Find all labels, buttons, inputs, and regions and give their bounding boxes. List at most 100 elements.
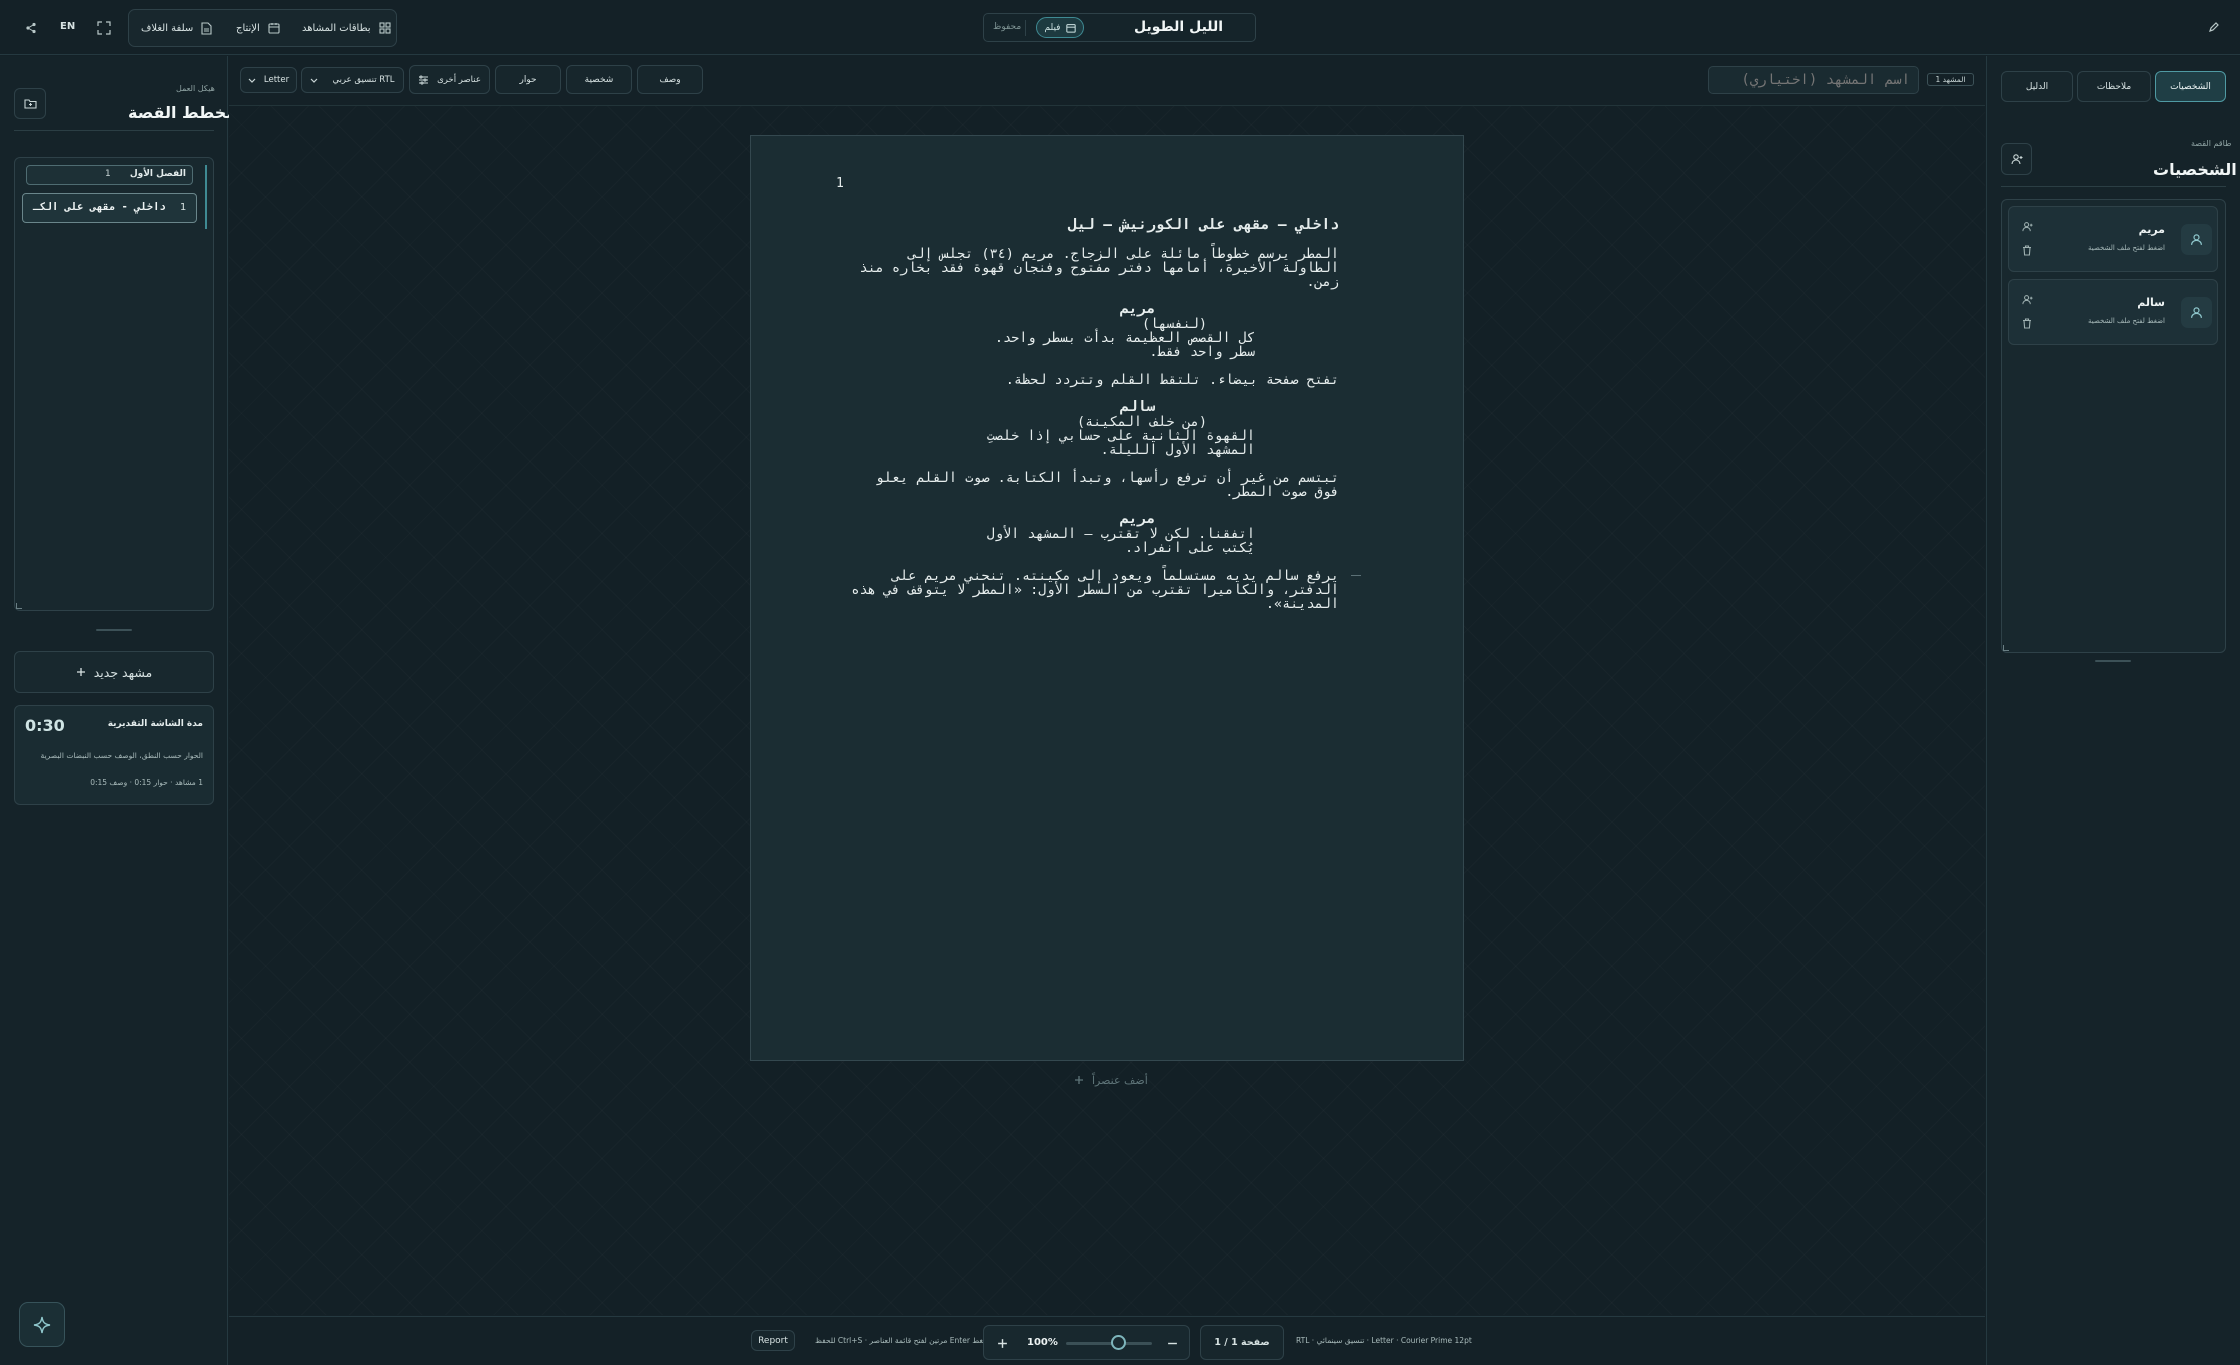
action-line[interactable]: فوق صوت المطر. [1225, 485, 1339, 499]
parenthetical[interactable]: (من خلف المكينة) [1077, 415, 1207, 429]
add-character-button[interactable] [2001, 143, 2032, 175]
ai-assistant-button[interactable] [19, 1302, 65, 1347]
trash-icon[interactable] [2022, 245, 2032, 256]
tab-guide-label: الدليل [2025, 81, 2049, 92]
outline-act-item[interactable]: 1 الفصل الأول [26, 165, 193, 185]
zoom-control: 100% [983, 1325, 1190, 1360]
document-icon [201, 21, 212, 35]
scene-heading[interactable]: داخلي – مقهى على الكورنيش – ليل [1068, 218, 1339, 233]
character-name: سالم [2137, 296, 2165, 309]
character-element-button[interactable]: شخصية [566, 65, 632, 94]
outline-subtitle: هيكل العمل [176, 84, 215, 93]
divider [14, 130, 214, 131]
action-line[interactable]: تفتح صفحة بيضاء. تلتقط القلم وتتردد لحظة… [1006, 373, 1339, 387]
new-scene-button[interactable]: مشهد جديد [14, 651, 214, 693]
action-element-button[interactable]: وصف [637, 65, 703, 94]
report-label: Report [758, 1335, 788, 1346]
document-title[interactable]: الليل الطويل [1134, 19, 1223, 35]
link-user-icon[interactable] [2022, 294, 2033, 305]
scene-label: داخلي - مقهى على الكـ [33, 201, 166, 213]
user-icon [2190, 233, 2203, 246]
format-value: تنسيق عربي RTL [332, 75, 395, 85]
add-folder-button[interactable] [14, 88, 46, 119]
plus-icon [1074, 1075, 1084, 1085]
character-name[interactable]: مريم [1120, 512, 1155, 527]
dialogue-element-button[interactable]: حوار [495, 65, 561, 94]
language-toggle[interactable]: EN [60, 21, 75, 32]
character-card[interactable]: سالم اضغط لفتح ملف الشخصية [2008, 279, 2218, 345]
trash-icon[interactable] [2022, 318, 2032, 329]
pen-icon[interactable] [2207, 20, 2221, 34]
tab-notes[interactable]: ملاحظات [2077, 71, 2151, 102]
dialogue-line[interactable]: كل القصص العظيمة بدأت بسطر واحد. [995, 331, 1255, 345]
action-line[interactable]: يرفع سالم يديه مستسلماً ويعود إلى مكينته… [892, 569, 1339, 583]
resize-handle[interactable] [2003, 645, 2009, 651]
screenplay-page[interactable]: 1 داخلي – مقهى على الكورنيش – ليل المطر … [750, 135, 1464, 1061]
parenthetical[interactable]: (لنفسها) [1142, 317, 1207, 331]
act-label: الفصل الأول [129, 169, 186, 179]
action-line[interactable]: الدفتر، والكاميرا تقترب من السطر الأول: … [851, 583, 1339, 597]
mode-badge[interactable]: فيلم [1036, 17, 1084, 38]
duration-description: الحوار حسب النطق، الوصف حسب النبضات البص… [40, 751, 203, 760]
chevron-down-icon [310, 78, 318, 83]
page-indicator: صفحة 1 / 1 [1200, 1325, 1284, 1360]
cover-page-tab[interactable]: سلفة الغلاف [141, 10, 212, 46]
character-name[interactable]: سالم [1120, 400, 1155, 415]
screen-time-card: 0:30 مدة الشاشة التقديرية الحوار حسب الن… [14, 705, 214, 805]
report-button[interactable]: Report [751, 1330, 795, 1351]
paper-size-select[interactable]: Letter [240, 67, 297, 93]
fullscreen-icon[interactable] [96, 20, 112, 36]
outline-scene-item[interactable]: 1 داخلي - مقهى على الكـ [22, 193, 197, 223]
action-line[interactable]: تبتسم من غير أن ترفع رأسها، وتبدأ الكتاب… [876, 471, 1339, 485]
dialogue-line[interactable]: سطر واحد فقط. [1149, 345, 1255, 359]
sliders-icon [418, 74, 429, 85]
user-icon [2190, 306, 2203, 319]
save-status: محفوظ [993, 22, 1022, 32]
dialogue-line[interactable]: المشهد الأول الليلة. [1101, 443, 1255, 457]
scene-cards-tab[interactable]: بطاقات المشاهد [302, 10, 391, 46]
divider [1025, 20, 1026, 36]
panel-resize-grip[interactable] [96, 629, 132, 631]
format-select[interactable]: تنسيق عربي RTL [301, 67, 404, 93]
share-icon[interactable] [23, 20, 39, 36]
character-element-label: شخصية [584, 74, 614, 85]
dialogue-line[interactable]: اتفقنا. لكن لا تقترب — المشهد الأول [987, 527, 1255, 541]
scene-name-input[interactable] [1708, 66, 1919, 94]
add-element-button[interactable]: أضف عنصراً [1074, 1071, 1148, 1089]
character-name[interactable]: مريم [1120, 302, 1155, 317]
resize-handle[interactable] [16, 603, 22, 609]
sparkle-icon [32, 1315, 52, 1335]
chevron-down-icon [248, 78, 256, 83]
dialogue-line[interactable]: القهوة الثانية على حسابي إذا خلصتِ [987, 429, 1255, 443]
character-hint: اضغط لفتح ملف الشخصية [2088, 317, 2165, 325]
dialogue-line[interactable]: يُكتب على انفراد. [1125, 541, 1255, 555]
scene-label: المشهد 1 [1935, 75, 1966, 84]
action-line[interactable]: المدينة». [1266, 597, 1339, 611]
tab-characters[interactable]: الشخصيات [2155, 71, 2226, 102]
keyboard-hint: اضغط Enter مرتين لفتح قائمة العناصر · Ct… [815, 1336, 992, 1345]
zoom-out-icon[interactable] [1166, 1337, 1178, 1349]
scene-cards-label: بطاقات المشاهد [302, 22, 371, 34]
character-card[interactable]: مريم اضغط لفتح ملف الشخصية [2008, 206, 2218, 272]
link-user-icon[interactable] [2022, 221, 2033, 232]
new-scene-label: مشهد جديد [93, 664, 153, 680]
add-element-label: أضف عنصراً [1092, 1073, 1148, 1087]
zoom-slider-thumb[interactable] [1110, 1335, 1126, 1350]
zoom-in-icon[interactable] [996, 1337, 1008, 1349]
production-tab[interactable]: الإنتاج [236, 10, 280, 46]
more-elements-label: عناصر أخرى [437, 74, 481, 85]
user-plus-icon [2010, 153, 2023, 165]
tab-guide[interactable]: الدليل [2001, 71, 2073, 102]
paper-size-value: Letter [263, 75, 290, 85]
calendar-icon [1065, 23, 1076, 33]
action-line[interactable]: زمن. [1306, 275, 1339, 289]
panel-resize-grip[interactable] [2095, 660, 2131, 662]
more-elements-button[interactable]: عناصر أخرى [409, 65, 490, 94]
characters-title: الشخصيات [2153, 160, 2237, 179]
tab-notes-label: ملاحظات [2096, 81, 2132, 92]
action-line[interactable]: الطاولة الأخيرة، أمامها دفتر مفتوح وفنجا… [859, 261, 1339, 275]
plus-icon [76, 667, 86, 677]
action-line[interactable]: المطر يرسم خطوطاً مائلة على الزجاج. مريم… [908, 247, 1339, 261]
page-indicator-label: صفحة 1 / 1 [1214, 1337, 1270, 1348]
zoom-slider[interactable] [1066, 1342, 1152, 1345]
